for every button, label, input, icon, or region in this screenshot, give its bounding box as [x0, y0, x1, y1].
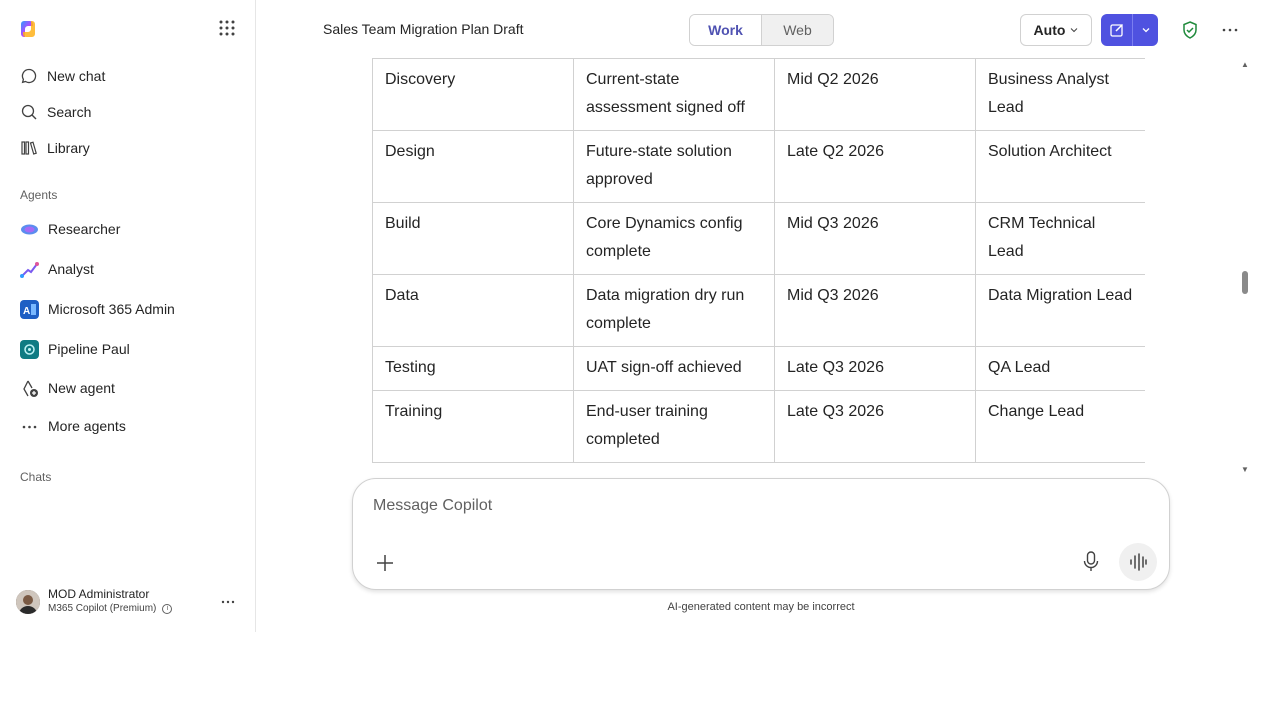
- nav-label: Search: [47, 104, 92, 120]
- table-cell: Discovery: [372, 58, 574, 131]
- table-cell: Change Lead: [975, 390, 1145, 463]
- message-composer: [352, 478, 1170, 590]
- model-select-label: Auto: [1033, 22, 1066, 38]
- table-cell: Mid Q2 2026: [774, 58, 976, 131]
- agent-researcher[interactable]: Researcher: [20, 217, 120, 241]
- new-chat-dropdown[interactable]: [1133, 14, 1158, 46]
- table-cell: Core Dynamics config complete: [573, 202, 775, 275]
- scroll-up-arrow-icon[interactable]: ▲: [1241, 60, 1249, 69]
- table-cell: Late Q3 2026: [774, 346, 976, 391]
- agent-label: Pipeline Paul: [48, 341, 130, 357]
- researcher-icon: [20, 220, 39, 239]
- table-cell: Data migration dry run complete: [573, 274, 775, 347]
- table-row: Design Future-state solution approved La…: [372, 130, 1145, 203]
- table-row: Data Data migration dry run complete Mid…: [372, 274, 1145, 347]
- sidebar: New chat Search Library Agents Researche…: [0, 0, 256, 632]
- scroll-down-arrow-icon[interactable]: ▼: [1241, 465, 1249, 474]
- table-row: Training End-user training completed Lat…: [372, 390, 1145, 463]
- agent-m365-admin[interactable]: A Microsoft 365 Admin: [20, 297, 175, 321]
- shield-icon[interactable]: [1180, 20, 1200, 40]
- table-cell: Late Q2 2026: [774, 130, 976, 203]
- scrollbar-thumb[interactable]: [1242, 271, 1248, 294]
- table-cell: Solution Architect: [975, 130, 1145, 203]
- agent-label: More agents: [48, 418, 126, 434]
- toggle-web[interactable]: Web: [761, 15, 833, 45]
- table-cell: Testing: [372, 346, 574, 391]
- table-cell: Business Analyst Lead: [975, 58, 1145, 131]
- agent-label: Analyst: [48, 261, 94, 277]
- table-cell: CRM Technical Lead: [975, 202, 1145, 275]
- table-cell: Future-state solution approved: [573, 130, 775, 203]
- user-name: MOD Administrator: [48, 587, 150, 601]
- table-cell: Build: [372, 202, 574, 275]
- svg-text:A: A: [23, 306, 30, 317]
- toggle-work[interactable]: Work: [690, 15, 761, 45]
- agent-label: Researcher: [48, 221, 121, 237]
- nav-library[interactable]: Library: [20, 136, 90, 160]
- chat-content: Discovery Current-state assessment signe…: [256, 58, 1250, 478]
- compose-icon: [1109, 23, 1123, 37]
- agent-label: Microsoft 365 Admin: [48, 301, 175, 317]
- add-icon[interactable]: [375, 553, 395, 573]
- table-cell: Data Migration Lead: [975, 274, 1145, 347]
- agents-section-label: Agents: [20, 188, 58, 202]
- nav-label: New chat: [47, 68, 106, 84]
- more-options-icon[interactable]: [1221, 21, 1239, 39]
- agent-analyst[interactable]: Analyst: [20, 257, 94, 281]
- app-launcher-icon[interactable]: [218, 19, 236, 37]
- table-cell: Current-state assessment signed off: [573, 58, 775, 131]
- nav-search[interactable]: Search: [20, 100, 91, 124]
- table-cell: Mid Q3 2026: [774, 202, 976, 275]
- nav-label: Library: [47, 140, 90, 156]
- table-cell: QA Lead: [975, 346, 1145, 391]
- agent-more-agents[interactable]: More agents: [20, 414, 126, 438]
- message-input[interactable]: [373, 497, 1133, 515]
- chevron-down-icon: [1071, 28, 1078, 33]
- chat-icon: [20, 67, 38, 85]
- m365-admin-icon: A: [20, 299, 39, 319]
- new-agent-icon: [20, 379, 39, 398]
- nav-new-chat[interactable]: New chat: [20, 64, 105, 88]
- waveform-icon: [1130, 553, 1147, 571]
- table-row: Discovery Current-state assessment signe…: [372, 58, 1145, 131]
- analyst-icon: [20, 260, 39, 279]
- microphone-icon[interactable]: [1081, 551, 1101, 573]
- compose-button[interactable]: [1101, 14, 1133, 46]
- table-row: Build Core Dynamics config complete Mid …: [372, 202, 1145, 275]
- agent-pipeline-paul[interactable]: Pipeline Paul: [20, 337, 130, 361]
- copilot-logo-icon[interactable]: [18, 19, 38, 39]
- search-icon: [20, 103, 38, 121]
- table-cell: Late Q3 2026: [774, 390, 976, 463]
- new-chat-button[interactable]: [1101, 14, 1158, 46]
- page-title: Sales Team Migration Plan Draft: [323, 21, 524, 37]
- agent-label: New agent: [48, 380, 115, 396]
- pipeline-paul-icon: [20, 339, 39, 359]
- work-web-toggle[interactable]: Work Web: [689, 14, 834, 46]
- table-cell: End-user training completed: [573, 390, 775, 463]
- table-cell: UAT sign-off achieved: [573, 346, 775, 391]
- more-icon: [20, 417, 39, 436]
- agent-new-agent[interactable]: New agent: [20, 376, 115, 400]
- model-select[interactable]: Auto: [1020, 14, 1092, 46]
- table-cell: Design: [372, 130, 574, 203]
- milestones-table: Discovery Current-state assessment signe…: [372, 58, 1145, 463]
- chevron-down-icon: [1142, 28, 1149, 33]
- table-cell: Data: [372, 274, 574, 347]
- table-cell: Mid Q3 2026: [774, 274, 976, 347]
- chats-section-label: Chats: [20, 470, 52, 484]
- ai-disclaimer: AI-generated content may be incorrect: [667, 601, 855, 613]
- table-cell: Training: [372, 390, 574, 463]
- library-icon: [20, 139, 38, 157]
- voice-mode-button[interactable]: [1119, 543, 1157, 581]
- table-row: Testing UAT sign-off achieved Late Q3 20…: [372, 346, 1145, 391]
